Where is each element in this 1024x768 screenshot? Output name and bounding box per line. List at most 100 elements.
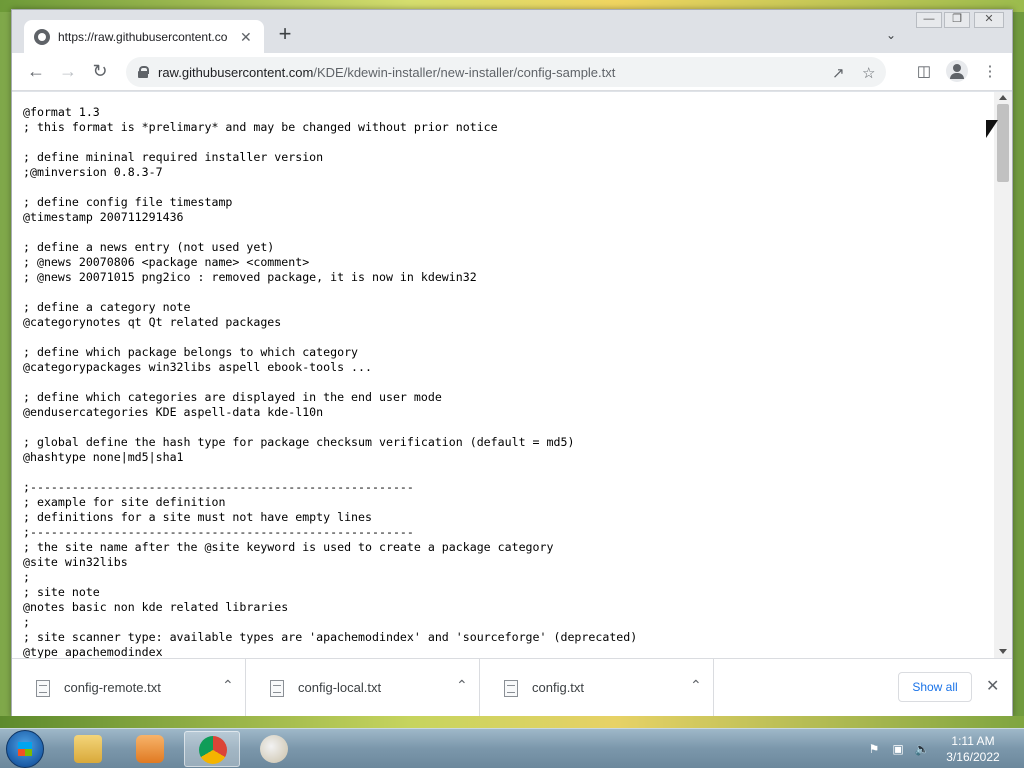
scrollbar-thumb[interactable] (997, 104, 1009, 182)
show-all-downloads-button[interactable]: Show all (898, 672, 972, 702)
download-bar: config-remote.txt ⌃ config-local.txt ⌃ c… (12, 658, 1012, 717)
download-item[interactable]: config-remote.txt ⌃ (12, 659, 246, 717)
chevron-up-icon[interactable]: ⌃ (690, 677, 702, 694)
download-filename: config-remote.txt (64, 680, 161, 695)
maximize-button[interactable]: ❐ (944, 12, 970, 28)
text-line: @endusercategories KDE aspell-data kde-l… (23, 405, 324, 419)
text-line: @categorynotes qt Qt related packages (23, 315, 282, 329)
chevron-up-icon[interactable]: ⌃ (456, 677, 468, 694)
action-center-flag-icon[interactable]: ⚑ (866, 741, 882, 757)
text-line: ; site note (23, 585, 100, 599)
chrome-icon (199, 736, 227, 764)
file-icon (504, 680, 518, 697)
browser-tab[interactable]: https://raw.githubusercontent.co ✕ (24, 20, 264, 54)
text-line: ; site scanner type: available types are… (23, 630, 638, 644)
text-line (23, 330, 994, 345)
mouse-cursor-icon (986, 120, 998, 138)
text-line: ; define mininal required installer vers… (23, 150, 324, 164)
address-url[interactable]: raw.githubusercontent.com/KDE/kdewin-ins… (158, 65, 615, 80)
file-icon (36, 680, 50, 697)
text-line: ; global define the hash type for packag… (23, 435, 575, 449)
menu-kebab-icon[interactable]: ⋮ (980, 62, 1000, 80)
taskbar-paint[interactable] (246, 731, 302, 767)
browser-toolbar: ← → ↻ raw.githubusercontent.com/KDE/kdew… (12, 53, 1012, 91)
taskbar-media-player[interactable] (122, 731, 178, 767)
download-item[interactable]: config-local.txt ⌃ (246, 659, 480, 717)
clock-time: 1:11 AM (951, 734, 995, 748)
lock-icon[interactable] (138, 66, 149, 78)
paint-palette-icon (260, 735, 288, 763)
text-line: @categorypackages win32libs aspell ebook… (23, 360, 373, 374)
bookmark-star-icon[interactable]: ☆ (862, 64, 875, 82)
text-line: ; define a news entry (not used yet) (23, 240, 275, 254)
text-line: ;---------------------------------------… (23, 480, 414, 494)
volume-icon[interactable]: 🔈 (914, 741, 930, 757)
clock-date: 3/16/2022 (946, 750, 1000, 764)
scroll-up-arrow-icon[interactable] (999, 95, 1007, 100)
start-button[interactable] (6, 730, 44, 768)
taskbar: ⚑ ▣ 🔈 1:11 AM 3/16/2022 (0, 728, 1024, 768)
text-line: ; define a category note (23, 300, 191, 314)
text-line: @type apachemodindex (23, 645, 163, 658)
text-line: ; define config file timestamp (23, 195, 233, 209)
taskbar-explorer[interactable] (60, 731, 116, 767)
back-button[interactable]: ← (26, 62, 46, 82)
taskbar-clock[interactable]: 1:11 AM 3/16/2022 (936, 733, 1010, 765)
media-player-icon (136, 735, 164, 763)
address-host: raw.githubusercontent.com (158, 64, 314, 80)
address-bar[interactable]: raw.githubusercontent.com/KDE/kdewin-ins… (126, 57, 886, 87)
file-icon (270, 680, 284, 697)
network-icon[interactable]: ▣ (890, 741, 906, 757)
text-line (23, 465, 994, 480)
text-line: @notes basic non kde related libraries (23, 600, 289, 614)
text-line: ; (23, 615, 30, 629)
tab-strip: https://raw.githubusercontent.co ✕ + ⌄ —… (12, 10, 1012, 54)
new-tab-button[interactable]: + (274, 23, 296, 46)
text-line (23, 420, 994, 435)
text-line: @site win32libs (23, 555, 128, 569)
text-line (23, 225, 994, 240)
desktop-wallpaper (0, 716, 1024, 728)
text-line: ; define which package belongs to which … (23, 345, 359, 359)
text-line: @format 1.3 (23, 105, 100, 119)
text-line (23, 180, 994, 195)
text-line: @hashtype none|md5|sha1 (23, 450, 184, 464)
profile-avatar[interactable] (946, 60, 968, 82)
minimize-button[interactable]: — (916, 12, 942, 28)
text-line: ;---------------------------------------… (23, 525, 414, 539)
download-item[interactable]: config.txt ⌃ (480, 659, 714, 717)
share-icon[interactable]: ↗ (832, 64, 845, 82)
reload-button[interactable]: ↻ (90, 62, 110, 82)
text-line (23, 285, 994, 300)
text-line: @timestamp 200711291436 (23, 210, 184, 224)
globe-icon (34, 29, 50, 45)
page-content: @format 1.3; this format is *prelimary* … (12, 92, 994, 658)
browser-window: https://raw.githubusercontent.co ✕ + ⌄ —… (11, 9, 1013, 717)
download-filename: config-local.txt (298, 680, 382, 695)
chevron-up-icon[interactable]: ⌃ (222, 677, 234, 694)
plain-text-document: @format 1.3; this format is *prelimary* … (12, 92, 994, 658)
folder-icon (74, 735, 102, 763)
text-line: ; define which categories are displayed … (23, 390, 442, 404)
text-line: ;@minversion 0.8.3-7 (23, 165, 163, 179)
text-line (23, 375, 994, 390)
text-line: ; (23, 570, 30, 584)
text-line: ; @news 20071015 png2ico : removed packa… (23, 270, 477, 284)
close-download-bar-icon[interactable]: ✕ (986, 676, 999, 696)
close-window-button[interactable]: ✕ (974, 12, 1004, 28)
forward-button[interactable]: → (58, 62, 78, 82)
text-line (23, 135, 994, 150)
text-line: ; example for site definition (23, 495, 226, 509)
vertical-scrollbar[interactable] (994, 92, 1012, 658)
tab-search-chevron-icon[interactable]: ⌄ (886, 28, 896, 42)
taskbar-chrome[interactable] (184, 731, 240, 767)
text-line: ; this format is *prelimary* and may be … (23, 120, 498, 134)
scroll-down-arrow-icon[interactable] (999, 649, 1007, 654)
tab-close-button[interactable]: ✕ (240, 29, 252, 46)
address-path: /KDE/kdewin-installer/new-installer/conf… (313, 64, 616, 80)
download-filename: config.txt (532, 680, 585, 695)
side-panel-icon[interactable]: ◫ (914, 62, 934, 80)
text-line: ; definitions for a site must not have e… (23, 510, 373, 524)
tab-title: https://raw.githubusercontent.co (58, 30, 228, 44)
text-line: ; the site name after the @site keyword … (23, 540, 554, 554)
